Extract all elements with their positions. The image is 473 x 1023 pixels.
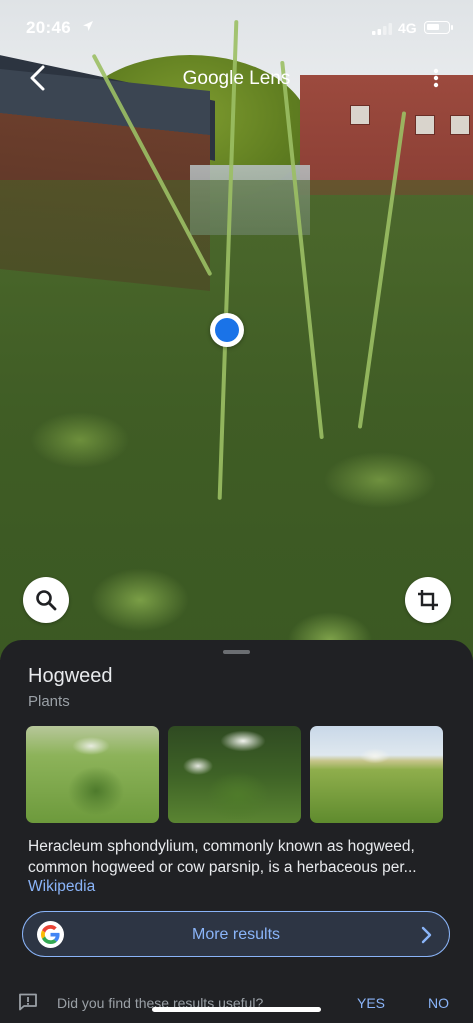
- feedback-icon: [19, 993, 37, 1011]
- network-type: 4G: [398, 20, 417, 36]
- object-focus-dot[interactable]: [210, 313, 244, 347]
- sheet-drag-handle[interactable]: [223, 650, 250, 654]
- result-image[interactable]: [168, 726, 301, 823]
- more-results-button[interactable]: More results: [22, 911, 450, 957]
- house-window: [450, 115, 470, 135]
- more-results-label: More results: [191, 926, 281, 943]
- search-button[interactable]: [23, 577, 69, 623]
- feedback-no-button[interactable]: NO: [428, 995, 449, 1011]
- search-icon: [36, 590, 57, 611]
- page-title: Google Lens: [182, 68, 291, 89]
- battery-icon: [424, 21, 453, 34]
- more-vert-icon[interactable]: [428, 66, 444, 90]
- result-title: Hogweed: [28, 665, 113, 687]
- location-arrow-icon: [83, 21, 93, 31]
- result-image[interactable]: [26, 726, 159, 823]
- result-category: Plants: [28, 693, 70, 710]
- signal-icon: [372, 23, 392, 35]
- result-description: Heracleum sphondylium, commonly known as…: [28, 838, 417, 876]
- photo-foliage: [0, 180, 473, 660]
- results-sheet[interactable]: Hogweed Plants Heracleum sphondylium, co…: [0, 640, 473, 1023]
- source-link[interactable]: Wikipedia: [28, 878, 95, 896]
- home-indicator[interactable]: [152, 1007, 321, 1012]
- status-time: 20:46: [26, 18, 71, 37]
- house-window: [415, 115, 435, 135]
- crop-button[interactable]: [405, 577, 451, 623]
- crop-icon: [418, 590, 438, 610]
- house-window: [350, 105, 370, 125]
- chevron-right-icon: [421, 926, 432, 944]
- feedback-yes-button[interactable]: YES: [357, 995, 385, 1011]
- result-image[interactable]: [310, 726, 443, 823]
- status-bar: 20:46 4G: [0, 0, 473, 56]
- photo-house: [300, 75, 473, 195]
